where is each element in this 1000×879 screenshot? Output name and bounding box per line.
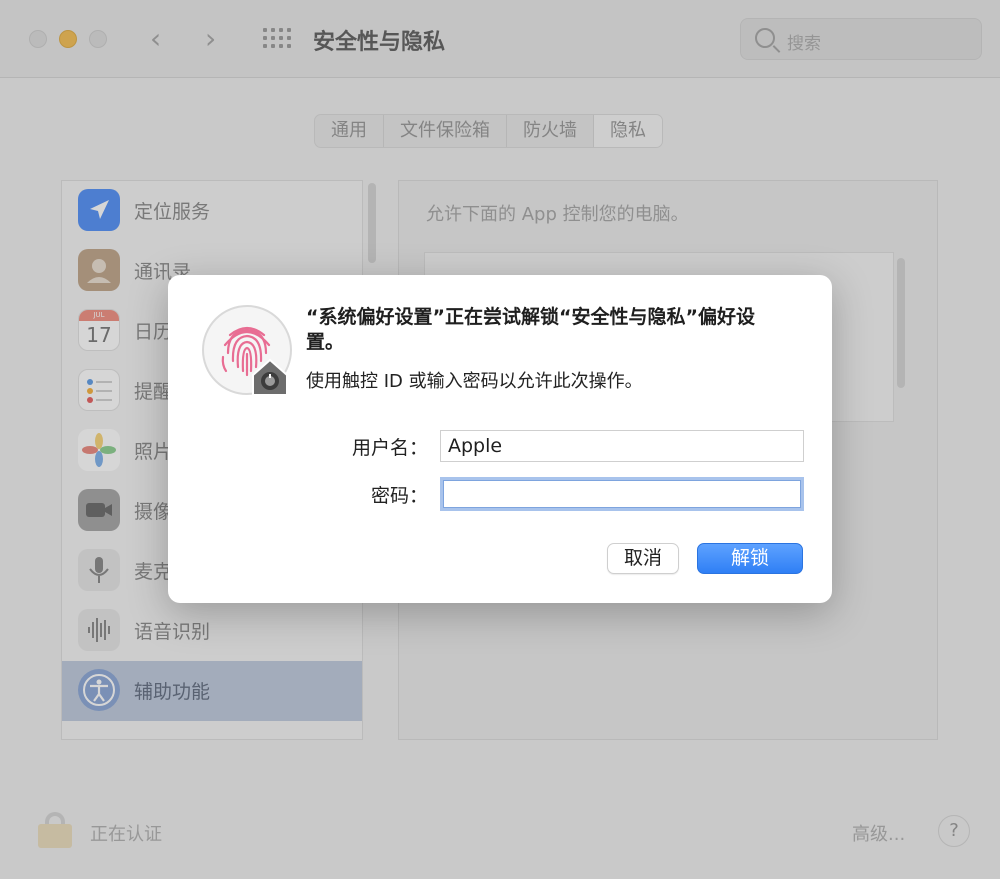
password-field[interactable] [440,477,804,511]
username-field[interactable]: Apple [440,430,804,462]
password-label: 密码： [370,485,428,507]
unlock-dialog: “系统偏好设置”正在尝试解锁“安全性与隐私”偏好设置。 使用触控 ID 或输入密… [168,275,832,603]
padlock-badge-icon [250,355,290,397]
username-label: 用户名： [351,437,428,459]
dialog-subtitle: 使用触控 ID 或输入密码以允许此次操作。 [306,371,643,392]
touch-id-icon [202,305,292,397]
cancel-button[interactable]: 取消 [607,543,679,574]
dialog-title: “系统偏好设置”正在尝试解锁“安全性与隐私”偏好设置。 [306,306,755,353]
unlock-button[interactable]: 解锁 [697,543,803,574]
